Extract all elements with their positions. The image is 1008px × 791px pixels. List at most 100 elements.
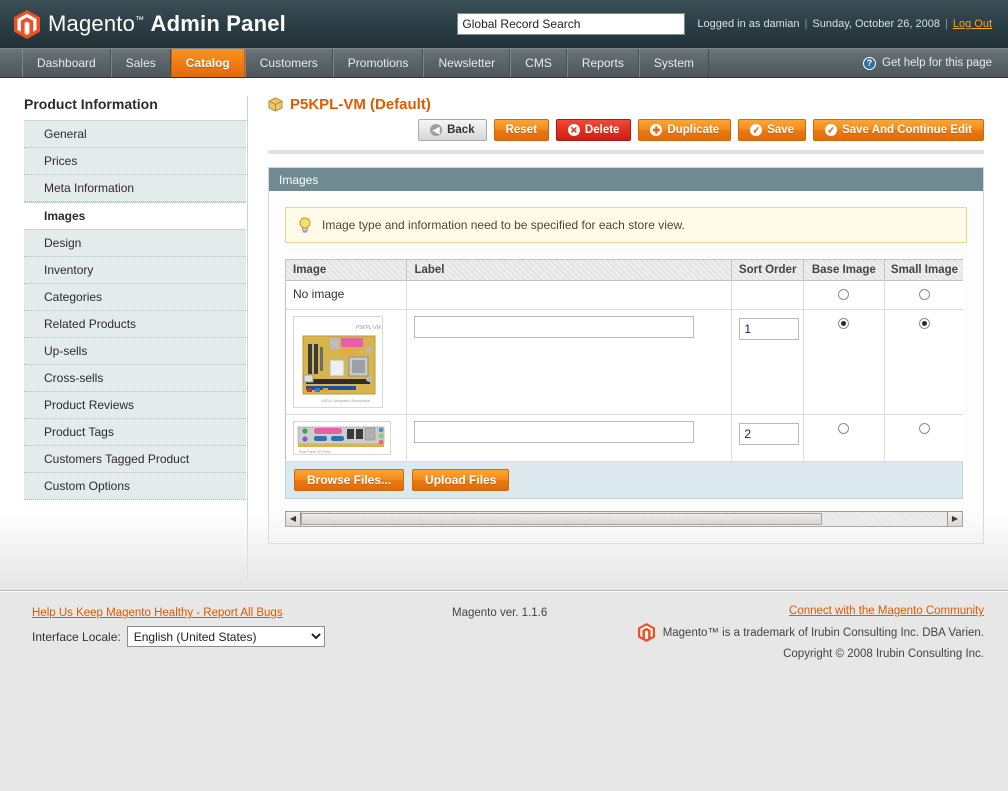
row-sort-cell-1: [731, 309, 805, 415]
row-image-cell-io-panel[interactable]: Rear Panel I/O Ports: [286, 414, 408, 462]
nav-item-customers[interactable]: Customers: [244, 49, 333, 77]
back-button[interactable]: ◀ Back: [418, 119, 487, 141]
sidebar-item-product-tags[interactable]: Product Tags: [24, 419, 246, 446]
save-and-continue-edit-button[interactable]: ✓ Save And Continue Edit: [813, 119, 984, 141]
scroll-right-arrow-icon[interactable]: ▶: [947, 511, 962, 526]
save-and-continue-label: Save And Continue Edit: [842, 124, 972, 136]
svg-text:Rear Panel I/O Ports: Rear Panel I/O Ports: [299, 450, 331, 454]
scroll-left-arrow-icon[interactable]: ◀: [286, 511, 301, 526]
base-image-radio-0[interactable]: [838, 288, 850, 300]
reset-button[interactable]: Reset: [493, 119, 549, 141]
global-search-input[interactable]: [457, 13, 686, 35]
base-image-radio-2[interactable]: [838, 422, 850, 434]
row-small-image-cell-1: [884, 309, 963, 415]
question-mark-icon: ?: [863, 56, 877, 70]
sidebar-item-product-reviews[interactable]: Product Reviews: [24, 392, 246, 419]
scrollbar-track[interactable]: [822, 512, 947, 526]
check-circle-icon: ✓: [750, 124, 763, 136]
sidebar-title: Product Information: [24, 96, 247, 121]
images-panel: Images Image type and information need t…: [268, 167, 984, 544]
x-circle-icon: ✕: [567, 124, 580, 136]
sidebar-item-related-products[interactable]: Related Products: [24, 311, 246, 338]
header-divider: [268, 150, 984, 154]
product-image-thumbnail-io-panel[interactable]: Rear Panel I/O Ports: [293, 420, 391, 455]
images-panel-body: Image type and information need to be sp…: [269, 191, 983, 543]
page-action-buttons: ◀ Back Reset ✕ Delete ✚ Duplicate ✓ Save…: [268, 119, 984, 141]
image-label-input-2[interactable]: [414, 420, 695, 443]
column-header-sort-order: Sort Order: [731, 260, 805, 281]
row-image-cell-motherboard[interactable]: P5KPL-VM ASUS Magnetic Backplane: [286, 309, 408, 415]
sidebar-item-prices[interactable]: Prices: [24, 148, 246, 175]
magento-community-link[interactable]: Connect with the Magento Community: [789, 605, 984, 617]
store-view-notice-text: Image type and information need to be sp…: [322, 218, 685, 232]
delete-button[interactable]: ✕ Delete: [555, 119, 632, 141]
images-table-header-row: Image Label Sort Order Base Image Small …: [286, 260, 963, 281]
logout-link[interactable]: Log Out: [953, 18, 992, 30]
small-image-radio-1[interactable]: [918, 317, 930, 329]
magento-logo-icon: [637, 623, 655, 642]
logged-in-label: Logged in as damian: [697, 18, 800, 30]
images-table-clip: Image Label Sort Order Base Image Small …: [285, 259, 963, 462]
sidebar-item-custom-options[interactable]: Custom Options: [24, 473, 246, 500]
nav-item-sales[interactable]: Sales: [110, 49, 171, 77]
check-circle-icon-2: ✓: [825, 124, 838, 136]
sidebar-item-inventory[interactable]: Inventory: [24, 257, 246, 284]
main-area: Product Information General Prices Meta …: [0, 78, 1008, 590]
main-navigation: Dashboard Sales Catalog Customers Promot…: [0, 48, 1008, 78]
report-bugs-link[interactable]: Help Us Keep Magento Healthy - Report Al…: [32, 607, 283, 619]
brand-logo[interactable]: Magento™ Admin Panel: [0, 9, 286, 39]
browse-files-button[interactable]: Browse Files...: [294, 468, 405, 491]
delete-button-label: Delete: [584, 124, 620, 136]
sidebar-item-cross-sells[interactable]: Cross-sells: [24, 365, 246, 392]
sort-order-input-2[interactable]: [739, 422, 800, 445]
images-panel-title: Images: [279, 172, 319, 187]
sidebar-item-categories[interactable]: Categories: [24, 284, 246, 311]
row-small-image-cell-2: [884, 414, 963, 462]
row-base-image-cell-0: [803, 280, 885, 310]
sidebar-item-meta-information[interactable]: Meta Information: [24, 175, 246, 202]
row-sort-cell-0: [731, 280, 805, 310]
row-base-image-cell-2: [803, 414, 885, 462]
duplicate-button[interactable]: ✚ Duplicate: [638, 119, 732, 141]
svg-text:ASUS Magnetic Backplane: ASUS Magnetic Backplane: [322, 398, 371, 403]
sidebar-list: General Prices Meta Information Images D…: [24, 121, 246, 500]
nav-items: Dashboard Sales Catalog Customers Promot…: [0, 49, 709, 77]
nav-item-dashboard[interactable]: Dashboard: [22, 49, 111, 77]
nav-item-newsletter[interactable]: Newsletter: [423, 49, 511, 77]
save-button[interactable]: ✓ Save: [738, 119, 807, 141]
motherboard-photo: P5KPL-VM ASUS Magnetic Backplane: [294, 316, 382, 407]
interface-locale-select[interactable]: English (United States): [126, 626, 325, 647]
row-image-cell-no-image: No image: [286, 280, 408, 310]
app-header: Magento™ Admin Panel Logged in as damian…: [0, 0, 1008, 48]
sort-order-input-1[interactable]: [739, 317, 800, 340]
page-header: P5KPL-VM (Default): [268, 96, 984, 113]
sidebar-item-images[interactable]: Images: [24, 202, 246, 230]
table-row: No image: [286, 280, 963, 310]
get-help-link[interactable]: ? Get help for this page: [863, 49, 1008, 77]
images-table-horizontal-scrollbar[interactable]: ◀ ▶: [285, 510, 963, 527]
product-image-thumbnail-motherboard[interactable]: P5KPL-VM ASUS Magnetic Backplane: [293, 315, 383, 408]
table-row: P5KPL-VM ASUS Magnetic Backplane 1: [286, 309, 963, 415]
sidebar-item-up-sells[interactable]: Up-sells: [24, 338, 246, 365]
upload-files-button[interactable]: Upload Files: [412, 468, 510, 491]
nav-item-system[interactable]: System: [638, 49, 709, 77]
nav-item-catalog[interactable]: Catalog: [170, 49, 245, 77]
separator-1: |: [804, 18, 808, 30]
row-label-cell-0: [406, 280, 733, 310]
row-sort-cell-2: [731, 414, 805, 462]
nav-item-cms[interactable]: CMS: [510, 49, 567, 77]
sidebar-item-customers-tagged-product[interactable]: Customers Tagged Product: [24, 446, 246, 473]
nav-item-reports[interactable]: Reports: [566, 49, 639, 77]
footer-left: Help Us Keep Magento Healthy - Report Al…: [32, 605, 452, 660]
scrollbar-thumb[interactable]: [301, 512, 822, 525]
sidebar-item-general[interactable]: General: [24, 121, 246, 148]
header-session-info: Logged in as damian | Sunday, October 26, …: [697, 18, 992, 30]
column-header-image: Image: [286, 260, 408, 281]
page-footer: Help Us Keep Magento Healthy - Report Al…: [0, 590, 1008, 791]
image-label-input-1[interactable]: [414, 315, 695, 338]
sidebar-item-design[interactable]: Design: [24, 230, 246, 257]
small-image-radio-2[interactable]: [918, 422, 930, 434]
nav-item-promotions[interactable]: Promotions: [332, 49, 424, 77]
small-image-radio-0[interactable]: [918, 288, 930, 300]
base-image-radio-1[interactable]: [838, 317, 850, 329]
